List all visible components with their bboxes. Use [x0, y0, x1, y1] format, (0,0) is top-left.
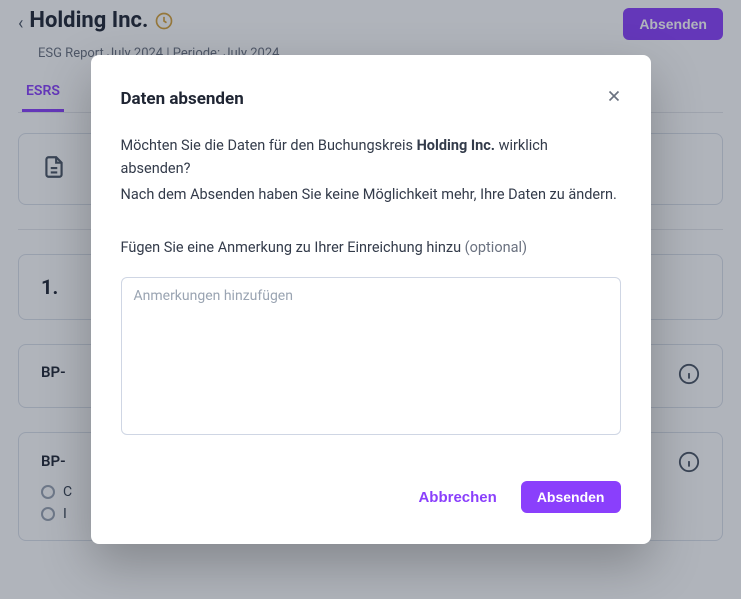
modal-warning-text: Nach dem Absenden haben Sie keine Möglic…	[121, 184, 621, 206]
company-name: Holding Inc.	[417, 137, 495, 154]
submit-modal: Daten absenden Möchten Sie die Daten für…	[91, 55, 651, 543]
modal-submit-button[interactable]: Absenden	[521, 481, 621, 513]
modal-body: Möchten Sie die Daten für den Buchungskr…	[121, 135, 621, 442]
cancel-button[interactable]: Abbrechen	[412, 479, 502, 516]
modal-confirm-text: Möchten Sie die Daten für den Buchungskr…	[121, 135, 621, 180]
modal-note-label: Fügen Sie eine Anmerkung zu Ihrer Einrei…	[121, 237, 621, 259]
close-icon[interactable]	[601, 83, 627, 109]
optional-hint: (optional)	[465, 239, 527, 256]
notes-textarea[interactable]	[121, 277, 621, 435]
modal-overlay: Daten absenden Möchten Sie die Daten für…	[0, 0, 741, 599]
modal-title: Daten absenden	[121, 89, 621, 109]
